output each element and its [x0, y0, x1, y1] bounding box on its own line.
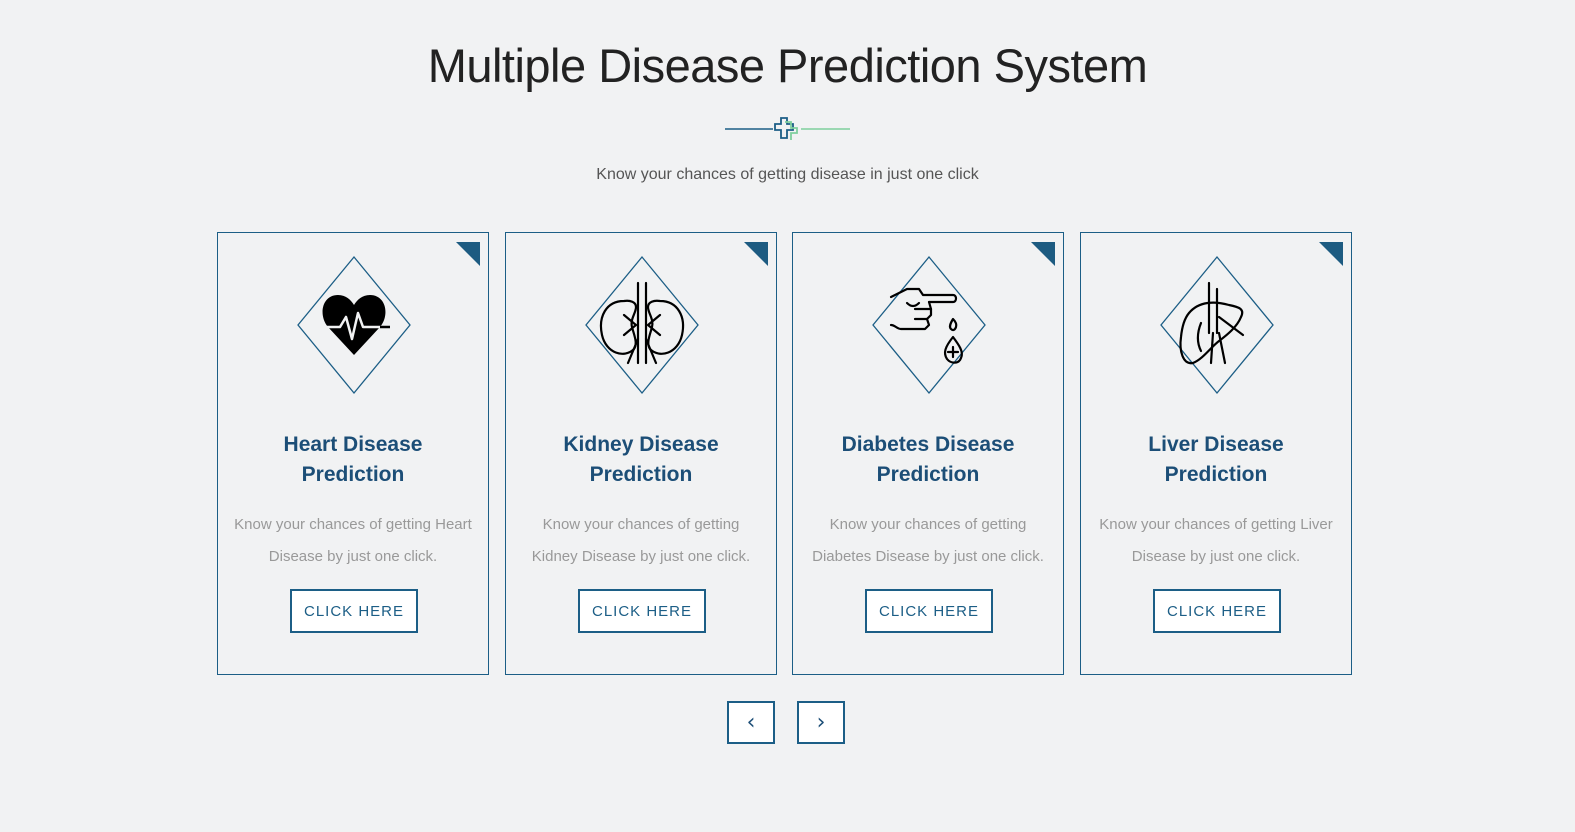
card-description-line: Disease by just one click.	[1131, 548, 1301, 565]
card-title-line: Prediction	[1164, 463, 1268, 486]
card-description: Know your chances of getting Diabetes Di…	[807, 509, 1049, 573]
corner-ribbon	[456, 242, 480, 266]
card-title: Kidney Disease Prediction	[516, 430, 766, 490]
card-title-line: Prediction	[876, 463, 980, 486]
card-description: Know your chances of getting Heart Disea…	[232, 509, 474, 573]
liver-click-here-button[interactable]: CLICK HERE	[1153, 589, 1281, 633]
liver-disease-card: Liver Disease Prediction Know your chanc…	[1080, 232, 1352, 675]
card-description: Know your chances of getting Liver Disea…	[1095, 509, 1337, 573]
heart-pulse-icon	[297, 255, 411, 395]
card-title-line: Diabetes Disease	[841, 433, 1015, 456]
card-description-line: Know your chances of getting	[542, 516, 740, 533]
card-title-line: Heart Disease	[283, 433, 423, 456]
carousel-prev-button[interactable]: ‹	[727, 701, 775, 744]
page-subtitle: Know your chances of getting disease in …	[596, 166, 979, 183]
card-description: Know your chances of getting Kidney Dise…	[520, 509, 762, 573]
card-title: Heart Disease Prediction	[228, 430, 478, 490]
kidney-disease-card: Kidney Disease Prediction Know your chan…	[505, 232, 777, 675]
card-title-line: Prediction	[301, 463, 405, 486]
card-description-line: Disease by just one click.	[268, 548, 438, 565]
carousel-next-button[interactable]: ›	[797, 701, 845, 744]
corner-ribbon	[744, 242, 768, 266]
page-title: Multiple Disease Prediction System	[427, 39, 1148, 92]
card-title-line: Liver Disease	[1148, 433, 1284, 456]
card-description-line: Know your chances of getting	[829, 516, 1027, 533]
medical-divider-icon	[725, 117, 850, 140]
liver-icon	[1160, 255, 1274, 395]
card-title-line: Prediction	[589, 463, 693, 486]
blood-drop-finger-icon	[872, 255, 986, 395]
diabetes-disease-card: Diabetes Disease Prediction Know your ch…	[792, 232, 1064, 675]
diabetes-click-here-button[interactable]: CLICK HERE	[865, 589, 993, 633]
heart-disease-card: Heart Disease Prediction Know your chanc…	[217, 232, 489, 675]
card-description-line: Kidney Disease by just one click.	[531, 548, 751, 565]
card-title: Liver Disease Prediction	[1091, 430, 1341, 490]
heart-click-here-button[interactable]: CLICK HERE	[290, 589, 418, 633]
card-title: Diabetes Disease Prediction	[803, 430, 1053, 490]
page: Multiple Disease Prediction System Know …	[0, 0, 1575, 832]
card-description-line: Know your chances of getting Liver	[1099, 516, 1333, 533]
kidney-icon	[585, 255, 699, 395]
card-description-line: Know your chances of getting Heart	[234, 516, 472, 533]
kidney-click-here-button[interactable]: CLICK HERE	[578, 589, 706, 633]
corner-ribbon	[1031, 242, 1055, 266]
card-description-line: Diabetes Disease by just one click.	[812, 548, 1044, 565]
card-title-line: Kidney Disease	[563, 433, 719, 456]
corner-ribbon	[1319, 242, 1343, 266]
